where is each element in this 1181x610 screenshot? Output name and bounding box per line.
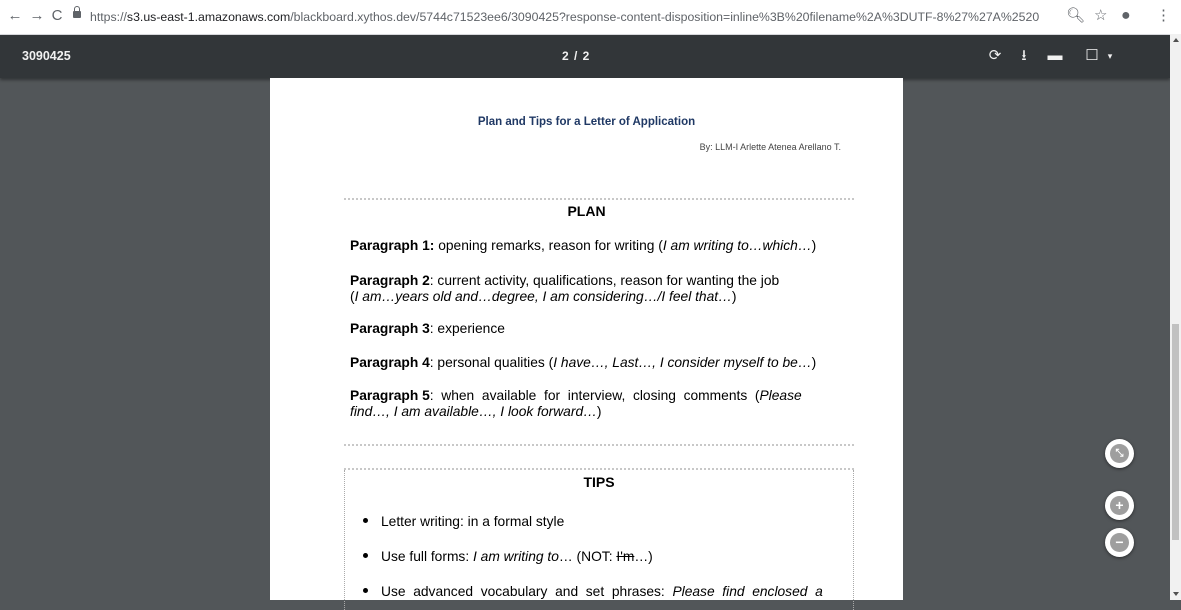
paragraph-3: Paragraph 3: experience	[350, 321, 844, 337]
rotate-icon[interactable]: ⟳	[985, 46, 1005, 66]
p5-italic-1: Please	[759, 388, 802, 403]
tip-2-italic: I am writing to	[473, 549, 559, 564]
bullet-icon	[363, 588, 368, 593]
url-host: s3.us-east-1.amazonaws.com	[126, 10, 291, 24]
magnifier-icon[interactable]: 🔍︎	[1066, 7, 1085, 25]
tip-item: Use advanced vocabulary and set phrases:…	[363, 584, 823, 599]
scroll-up-icon[interactable]	[1173, 38, 1179, 42]
p2-text: : current activity, qualifications, reas…	[429, 273, 780, 288]
p2-italic: I am…years old and…degree, I am consider…	[354, 289, 732, 304]
document-title: 3090425	[22, 49, 71, 63]
tip-item: Use full forms: I am writing to… (NOT: I…	[363, 549, 653, 564]
bookmark-icon[interactable]: ☐	[1082, 46, 1102, 66]
p4-label: Paragraph 4	[350, 355, 430, 370]
print-icon[interactable]: ▬	[1045, 46, 1065, 66]
p5-italic-2: find…, I am available…, I look forward…	[350, 404, 597, 419]
forward-arrow-icon[interactable]: →	[28, 7, 46, 25]
tip-3-italic: Please find enclosed a	[672, 584, 823, 599]
pdf-toolbar: 3090425 2 / 2 ⟳ ⭳ ▬ ☐ ▾	[0, 35, 1170, 78]
tip-2-c: …)	[634, 549, 653, 564]
p1-end: )	[811, 238, 817, 253]
p2-label: Paragraph 2	[350, 273, 430, 288]
page-indicator: 2 / 2	[562, 49, 591, 63]
p4-text: : personal qualities (	[429, 355, 554, 370]
account-icon[interactable]: ●	[1121, 7, 1131, 25]
scroll-down-icon[interactable]	[1173, 592, 1179, 596]
url-prefix: https://	[90, 10, 127, 24]
tip-item: Letter writing: in a formal style	[363, 514, 564, 529]
zoom-in-button[interactable]: +	[1105, 491, 1134, 520]
tips-title: TIPS	[583, 474, 615, 490]
chevron-down-icon[interactable]: ▾	[1100, 46, 1120, 66]
tips-box: TIPS Letter writing: in a formal style U…	[344, 470, 854, 610]
p1-text: opening remarks, reason for writing (	[434, 238, 663, 253]
paragraph-2: Paragraph 2: current activity, qualifica…	[350, 273, 844, 305]
p2-end: )	[731, 289, 737, 304]
scrollbar-thumb[interactable]	[1172, 324, 1179, 540]
divider	[344, 198, 854, 200]
p4-italic: I have…, Last…, I consider myself to be…	[553, 355, 812, 370]
star-icon[interactable]: ☆	[1094, 7, 1107, 25]
tip-2-a: Use full forms:	[381, 549, 473, 564]
p5-label: Paragraph 5	[350, 388, 430, 403]
zoom-in-icon: +	[1110, 496, 1129, 515]
back-arrow-icon[interactable]: ←	[6, 7, 24, 25]
fit-page-button[interactable]: ⤡	[1105, 439, 1134, 468]
plan-title: PLAN	[567, 203, 606, 219]
p1-italic: I am writing to…which…	[662, 238, 812, 253]
kebab-menu-icon[interactable]: ⋮	[1156, 7, 1171, 25]
paragraph-5: Paragraph 5: when available for intervie…	[350, 388, 844, 420]
paragraph-1: Paragraph 1: opening remarks, reason for…	[350, 238, 844, 254]
reload-icon[interactable]: C	[48, 7, 66, 25]
url-path: /blackboard.xythos.dev/5744c71523ee6/309…	[290, 10, 1040, 24]
fit-page-icon: ⤡	[1110, 444, 1129, 463]
download-icon[interactable]: ⭳	[1014, 46, 1034, 66]
tip-3-a: Use advanced vocabulary and set phrases:	[381, 584, 673, 599]
tip-1-text: Letter writing: in a formal style	[381, 514, 565, 529]
p3-label: Paragraph 3	[350, 321, 430, 336]
p5-text: : when available for interview, closing …	[429, 388, 760, 403]
bullet-icon	[363, 518, 368, 523]
bullet-icon	[363, 553, 368, 558]
vertical-scrollbar[interactable]	[1170, 34, 1181, 600]
p5-end: )	[596, 404, 602, 419]
p3-text: : experience	[429, 321, 505, 336]
document-heading: Plan and Tips for a Letter of Applicatio…	[477, 116, 696, 128]
p4-end: )	[811, 355, 817, 370]
browser-toolbar: ← → C https://s3.us-east-1.amazonaws.com…	[0, 0, 1181, 35]
document-author: By: LLM-I Arlette Atenea Arellano T.	[699, 142, 841, 152]
p1-label: Paragraph 1:	[350, 238, 435, 253]
paragraph-4: Paragraph 4: personal qualities (I have……	[350, 355, 844, 371]
tip-2-b: … (NOT:	[558, 549, 617, 564]
zoom-out-icon: −	[1110, 533, 1129, 552]
lock-icon	[73, 6, 81, 18]
tip-2-strike: I'm	[616, 549, 635, 564]
pdf-page: Plan and Tips for a Letter of Applicatio…	[270, 78, 903, 610]
address-bar[interactable]: https://s3.us-east-1.amazonaws.com/black…	[90, 10, 1040, 24]
divider	[344, 444, 854, 446]
zoom-out-button[interactable]: −	[1105, 528, 1134, 557]
